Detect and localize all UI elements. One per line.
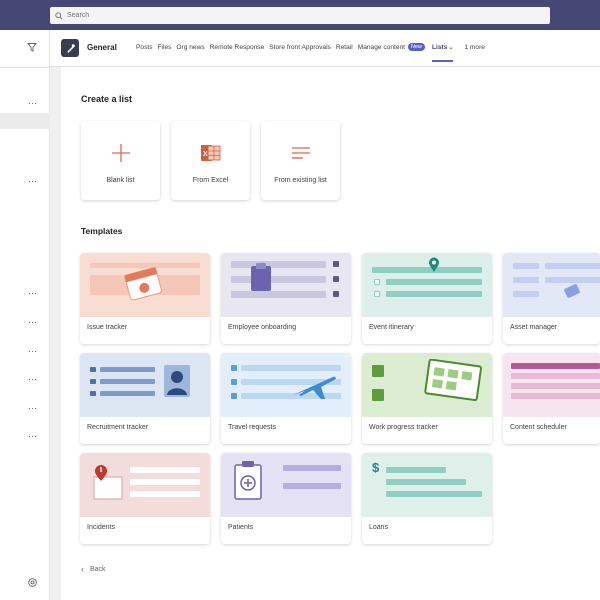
more-options-icon[interactable]: ···	[28, 289, 40, 298]
more-options-icon[interactable]: ···	[28, 404, 40, 413]
more-options-icon[interactable]: ···	[28, 99, 40, 108]
selected-channel-row[interactable]	[0, 113, 50, 129]
template-label: Travel requests	[228, 424, 276, 431]
search-icon	[55, 11, 63, 20]
template-label: Asset manager	[510, 324, 558, 331]
blank-list-label: Blank list	[106, 177, 135, 184]
template-thumbnail	[362, 353, 492, 417]
template-thumbnail	[80, 353, 210, 417]
template-label: Issue tracker	[87, 324, 128, 331]
template-card-employee-onboarding[interactable]: Employee onboarding	[221, 253, 351, 344]
more-options-icon[interactable]: ···	[28, 318, 40, 327]
template-card-incidents[interactable]: Incidents	[80, 453, 210, 544]
template-thumbnail: $	[362, 453, 492, 517]
template-thumbnail	[362, 253, 492, 317]
from-excel-label: From Excel	[192, 177, 229, 184]
tab-remote-response[interactable]: Remote Response	[210, 44, 265, 51]
search-input[interactable]	[67, 12, 537, 19]
template-card-asset-manager[interactable]: Asset manager	[503, 253, 600, 344]
title-bar	[0, 0, 600, 30]
from-existing-list-label: From existing list	[274, 177, 327, 184]
airplane-icon	[293, 376, 336, 399]
template-card-loans[interactable]: $ Loans	[362, 453, 492, 544]
team-avatar	[61, 39, 79, 57]
template-label: Work progress tracker	[369, 424, 438, 431]
map-pin-icon	[429, 257, 439, 272]
svg-text:X: X	[203, 151, 208, 158]
template-card-issue-tracker[interactable]: Issue tracker	[80, 253, 210, 344]
dollar-icon: $	[372, 460, 380, 475]
more-options-icon[interactable]: ···	[28, 432, 40, 441]
template-thumbnail	[503, 253, 600, 317]
template-label: Event itinerary	[369, 324, 414, 331]
template-card-recruitment-tracker[interactable]: Recruitment tracker	[80, 353, 210, 444]
template-thumbnail	[80, 453, 210, 517]
back-button[interactable]: ‹ Back	[81, 564, 106, 574]
template-card-patients[interactable]: Patients	[221, 453, 351, 544]
back-label: Back	[90, 565, 106, 573]
teams-list-panel: ··· ··· ··· ··· ··· ··· ··· ···	[0, 30, 50, 600]
plus-icon	[111, 144, 130, 162]
from-existing-list-card[interactable]: From existing list	[261, 121, 340, 200]
template-card-content-scheduler[interactable]: Content scheduler	[503, 353, 600, 444]
template-label: Content scheduler	[510, 424, 567, 431]
svg-text:$: $	[372, 460, 380, 475]
team-logo-icon	[66, 43, 75, 53]
template-thumbnail	[80, 253, 210, 317]
medical-clipboard-icon	[234, 461, 262, 500]
lists-main-panel: Create a list Blank list X From Excel Fr…	[61, 67, 600, 600]
chevron-left-icon: ‹	[81, 564, 84, 574]
tab-lists-label: Lists	[432, 43, 448, 51]
template-label: Employee onboarding	[228, 324, 297, 331]
template-label: Patients	[228, 524, 254, 531]
chevron-down-icon: ⌄	[448, 44, 454, 51]
tag-icon	[564, 284, 580, 298]
template-thumbnail	[221, 253, 351, 317]
template-card-event-itinerary[interactable]: Event itinerary	[362, 253, 492, 344]
tab-files[interactable]: Files	[158, 44, 172, 51]
gear-icon[interactable]	[27, 577, 38, 588]
filter-icon[interactable]	[27, 42, 37, 52]
blank-list-card[interactable]: Blank list	[81, 121, 160, 200]
search-box[interactable]	[50, 7, 550, 24]
template-label: Recruitment tracker	[87, 424, 149, 431]
tab-lists[interactable]: Lists⌄	[432, 43, 454, 62]
template-label: Loans	[369, 524, 389, 531]
template-thumbnail	[221, 453, 351, 517]
list-lines-icon	[291, 147, 310, 159]
new-badge: New	[408, 43, 426, 51]
channel-header: General Posts Files Org news Remote Resp…	[50, 30, 600, 67]
templates-heading: Templates	[81, 226, 123, 236]
kanban-board-icon	[424, 359, 483, 402]
clipboard-icon	[251, 263, 271, 291]
more-options-icon[interactable]: ···	[28, 347, 40, 356]
excel-icon: X	[200, 145, 220, 161]
calendar-icon	[124, 267, 162, 301]
more-options-icon[interactable]: ···	[28, 375, 40, 384]
channel-tabs: Posts Files Org news Remote Response Sto…	[136, 43, 490, 62]
divider	[0, 67, 50, 68]
template-label: Incidents	[87, 524, 116, 531]
tab-manage-content[interactable]: Manage content	[358, 44, 405, 51]
create-list-heading: Create a list	[81, 94, 133, 104]
template-thumbnail	[221, 353, 351, 417]
person-icon	[164, 365, 190, 397]
tab-posts[interactable]: Posts	[136, 44, 153, 51]
template-thumbnail	[503, 353, 600, 417]
alert-map-icon	[93, 465, 123, 500]
template-card-work-progress-tracker[interactable]: Work progress tracker	[362, 353, 492, 444]
more-options-icon[interactable]: ···	[28, 177, 40, 186]
template-card-travel-requests[interactable]: Travel requests	[221, 353, 351, 444]
tab-retail[interactable]: Retail	[336, 44, 353, 51]
tab-more[interactable]: 1 more	[464, 44, 485, 51]
tab-org-news[interactable]: Org news	[176, 44, 204, 51]
channel-name: General	[87, 43, 117, 52]
tab-store-front-approvals[interactable]: Store front Approvals	[269, 44, 331, 51]
from-excel-card[interactable]: X From Excel	[171, 121, 250, 200]
